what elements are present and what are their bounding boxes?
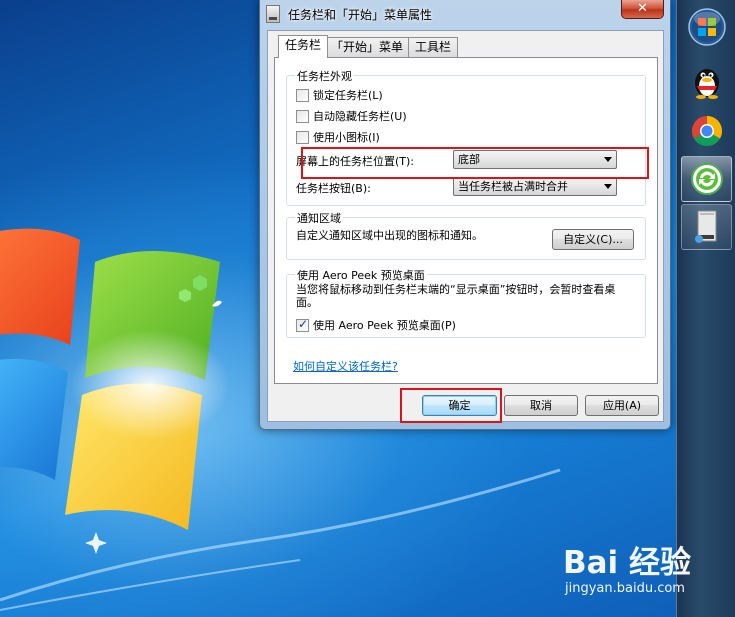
tab-label: 工具栏 [415, 40, 452, 54]
button-label: 应用(A) [602, 399, 642, 412]
title-bar[interactable]: 任务栏和「开始」菜单属性 ✕ [260, 0, 670, 30]
taskbar-buttons-label: 任务栏按钮(B): [296, 182, 371, 195]
lock-taskbar-checkbox[interactable] [296, 88, 309, 102]
close-button[interactable]: ✕ [621, 0, 664, 19]
tab-label: 任务栏 [285, 38, 322, 52]
baidu-jingyan-watermark: Bai 经验 jingyan.baidu.com [563, 537, 691, 596]
qq-penguin-icon [694, 69, 719, 99]
autohide-taskbar-option[interactable]: 自动隐藏任务栏(U) [296, 108, 407, 124]
group-title: 使用 Aero Peek 预览桌面 [295, 267, 427, 283]
tab-label: 「开始」菜单 [331, 40, 404, 54]
taskbar [676, 0, 735, 617]
watermark-url: jingyan.baidu.com [565, 581, 685, 596]
chevron-down-icon [604, 157, 612, 162]
small-icons-option[interactable]: 使用小图标(I) [296, 129, 380, 145]
tab-panel-taskbar: 任务栏外观 锁定任务栏(L) 自动隐藏任务栏(U) 使用小图标(I) 屏幕上的任… [274, 57, 658, 384]
ok-button[interactable]: 确定 [422, 395, 497, 416]
button-label: 取消 [530, 399, 552, 412]
dropdown-selected-value: 当任务栏被占满时合并 [458, 180, 568, 193]
taskbar-location-dropdown[interactable]: 底部 [453, 150, 617, 169]
tab-toolbars[interactable]: 工具栏 [408, 37, 459, 57]
group-title: 通知区域 [295, 210, 343, 226]
taskbar-properties-icon [694, 210, 716, 243]
group-notification-area: 通知区域 自定义通知区域中出现的图标和通知。 自定义(C)... [286, 210, 646, 260]
dropdown-selected-value: 底部 [458, 153, 480, 166]
autohide-taskbar-checkbox[interactable] [296, 109, 309, 123]
button-label: 确定 [448, 399, 471, 412]
chevron-down-icon [604, 184, 612, 189]
refresh-app-icon [690, 163, 723, 195]
taskbar-item-qq[interactable] [681, 58, 732, 104]
taskbar-properties-dialog: 任务栏和「开始」菜单属性 ✕ 任务栏 「开始」菜单 工具栏 任务栏外观 锁定任务… [259, 0, 671, 430]
customize-notifications-button[interactable]: 自定义(C)... [552, 229, 634, 250]
group-aero-peek: 使用 Aero Peek 预览桌面 当您将鼠标移动到任务栏末端的“显示桌面”按钮… [286, 267, 646, 338]
lock-taskbar-option[interactable]: 锁定任务栏(L) [296, 87, 383, 103]
dialog-client-area: 任务栏 「开始」菜单 工具栏 任务栏外观 锁定任务栏(L) 自动隐藏任务栏(U) [267, 30, 664, 423]
checkbox-label: 使用 Aero Peek 预览桌面(P) [313, 319, 456, 332]
aero-peek-option[interactable]: 使用 Aero Peek 预览桌面(P) [296, 317, 456, 333]
windows-start-orb-icon [687, 8, 726, 46]
taskbar-item-taskbar-properties[interactable] [681, 204, 732, 250]
aero-peek-description: 当您将鼠标移动到任务栏末端的“显示桌面”按钮时，会暂时查看桌面。 [296, 283, 616, 309]
cancel-button[interactable]: 取消 [504, 395, 578, 416]
tab-start-menu[interactable]: 「开始」菜单 [324, 37, 411, 57]
close-icon: ✕ [637, 1, 648, 16]
start-button[interactable] [681, 4, 732, 50]
help-customize-taskbar-link[interactable]: 如何自定义该任务栏? [293, 358, 398, 374]
group-taskbar-appearance: 任务栏外观 锁定任务栏(L) 自动隐藏任务栏(U) 使用小图标(I) 屏幕上的任… [286, 68, 646, 206]
taskbar-location-label: 屏幕上的任务栏位置(T): [296, 155, 415, 168]
dialog-app-icon [266, 5, 280, 23]
watermark-brand: Bai 经验 [563, 545, 691, 581]
notification-description: 自定义通知区域中出现的图标和通知。 [296, 229, 483, 242]
taskbar-buttons-dropdown[interactable]: 当任务栏被占满时合并 [453, 177, 617, 196]
group-title: 任务栏外观 [295, 68, 354, 84]
taskbar-item-chrome[interactable] [681, 108, 732, 154]
apply-button[interactable]: 应用(A) [585, 395, 659, 416]
checkbox-label: 锁定任务栏(L) [313, 89, 383, 102]
chrome-icon [691, 116, 722, 147]
small-icons-checkbox[interactable] [296, 130, 309, 144]
button-label: 自定义(C)... [563, 233, 623, 246]
taskbar-item-refresh-app[interactable] [681, 156, 732, 202]
tab-taskbar[interactable]: 任务栏 [278, 35, 329, 58]
aero-peek-checkbox[interactable] [296, 317, 309, 332]
checkbox-label: 自动隐藏任务栏(U) [313, 110, 407, 123]
checkbox-label: 使用小图标(I) [313, 131, 380, 144]
window-title: 任务栏和「开始」菜单属性 [288, 8, 433, 22]
